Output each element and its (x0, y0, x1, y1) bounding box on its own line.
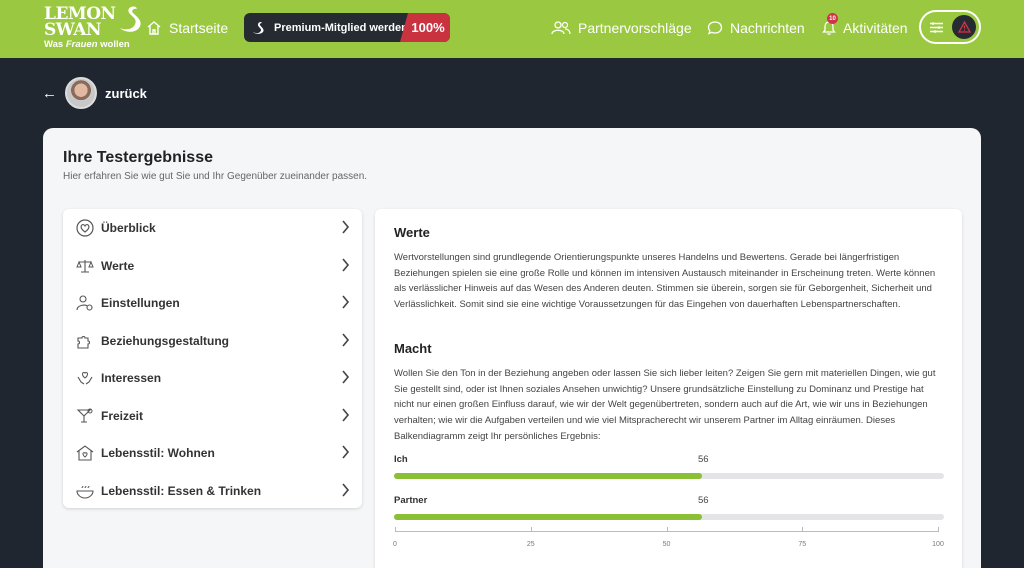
bar-fill (394, 473, 702, 479)
bar-track (394, 514, 944, 520)
nav-partner-label: Partnervorschläge (578, 20, 692, 36)
sidebar-item-wohnen[interactable]: Lebensstil: Wohnen (63, 434, 362, 472)
warning-icon (957, 21, 971, 33)
sidebar-item-label: Interessen (101, 371, 162, 385)
sidebar-item-interessen[interactable]: Interessen (63, 359, 362, 397)
chevron-right-icon (342, 445, 350, 459)
chevron-right-icon (342, 370, 350, 384)
sidebar-item-beziehungsgestaltung[interactable]: Beziehungsgestaltung (63, 322, 362, 360)
puzzle-icon (75, 331, 95, 351)
menu-icon (930, 21, 943, 33)
sidebar-item-werte[interactable]: Werte (63, 247, 362, 285)
x-axis-tick-label: 75 (798, 541, 807, 548)
chat-bubble-icon (707, 21, 723, 35)
swan-icon (253, 21, 264, 34)
nav-partner-suggestions[interactable]: Partnervorschläge (551, 17, 692, 39)
back-label: zurück (105, 85, 147, 101)
results-content: Werte Wertvorstellungen sind grundlegend… (375, 209, 962, 568)
back-link[interactable]: ← zurück (42, 77, 147, 109)
house-heart-icon (75, 443, 95, 463)
activities-count-badge: 10 (827, 13, 838, 24)
logo-tagline: Was Frauen wollen (44, 39, 130, 50)
bar-value-label: 56 (698, 454, 709, 465)
sidebar-item-ueberblick[interactable]: Überblick (63, 209, 362, 247)
nav-activities-label: Aktivitäten (843, 20, 908, 36)
people-icon (551, 21, 571, 35)
sidebar-item-label: Werte (101, 258, 135, 273)
person-gear-icon (75, 293, 95, 313)
x-axis-tick (395, 527, 396, 532)
nav-home-label: Startseite (169, 20, 229, 36)
section-title-werte: Werte (394, 225, 430, 240)
hands-heart-icon (75, 368, 95, 388)
bowl-icon (75, 481, 95, 501)
results-card: Ihre Testergebnisse Hier erfahren Sie wi… (43, 128, 981, 568)
x-axis-tick-label: 100 (932, 541, 944, 548)
home-icon (147, 21, 161, 35)
sidebar-item-label: Beziehungsgestaltung (101, 333, 230, 348)
x-axis-tick (530, 527, 532, 532)
x-axis-tick-label: 0 (393, 541, 397, 548)
nav-messages-label: Nachrichten (730, 20, 805, 36)
nav-home[interactable]: Startseite (146, 17, 228, 39)
bar-label: Partner (394, 495, 428, 506)
warning-button[interactable] (952, 15, 976, 39)
premium-label: Premium-Mitglied werden (274, 21, 408, 34)
lemonswan-logo[interactable]: LEMON SWAN Was Frauen wollen (44, 6, 141, 51)
cocktail-icon (75, 406, 95, 426)
chevron-right-icon (342, 407, 350, 422)
bar-fill (394, 514, 702, 520)
x-axis-tick-label: 50 (662, 541, 671, 548)
chevron-right-icon (342, 295, 350, 309)
sidebar-item-label: Lebensstil: Essen & Trinken (101, 483, 262, 498)
x-axis-tick-label: 25 (526, 541, 535, 548)
top-navigation-bar: LEMON SWAN Was Frauen wollen Startseite … (0, 0, 1024, 58)
x-axis-tick (938, 527, 939, 532)
page-title: Ihre Testergebnisse (63, 149, 213, 166)
bar-label: Ich (394, 454, 408, 465)
swan-logo-icon (120, 6, 141, 32)
results-sidebar: Überblick Werte Einstellungen Beziehungs… (63, 209, 362, 508)
x-axis-tick (802, 527, 804, 532)
chevron-right-icon (342, 220, 350, 234)
sidebar-item-freizeit[interactable]: Freizeit (63, 397, 362, 435)
sidebar-item-label: Einstellungen (101, 296, 180, 310)
section-text-macht: Wollen Sie den Ton in der Beziehung ange… (394, 368, 936, 442)
section-title-macht: Macht (394, 341, 432, 356)
arrow-left-icon: ← (42, 84, 57, 102)
nav-messages[interactable]: Nachrichten (707, 17, 805, 39)
premium-percent: 100% (400, 13, 450, 42)
sidebar-item-label: Überblick (101, 221, 156, 235)
sidebar-item-essen-trinken[interactable]: Lebensstil: Essen & Trinken (63, 472, 362, 510)
bar-value-label: 56 (698, 495, 709, 506)
avatar (65, 77, 97, 109)
premium-button[interactable]: Premium-Mitglied werden 100% (244, 13, 450, 42)
heart-circle-icon (75, 218, 95, 238)
chevron-right-icon (342, 332, 350, 347)
scales-icon (75, 256, 95, 276)
sidebar-item-einstellungen[interactable]: Einstellungen (63, 284, 362, 322)
page-subtitle: Hier erfahren Sie wie gut Sie und Ihr Ge… (63, 171, 368, 182)
sidebar-item-label: Lebensstil: Wohnen (101, 446, 215, 460)
chevron-right-icon (342, 482, 350, 497)
bar-track (394, 473, 944, 479)
chevron-right-icon (342, 257, 350, 272)
section-text-werte: Wertvorstellungen sind grundlegende Orie… (394, 252, 936, 311)
x-axis-tick (666, 527, 668, 532)
sidebar-item-label: Freizeit (101, 408, 144, 423)
menu-toggle[interactable] (919, 10, 981, 44)
